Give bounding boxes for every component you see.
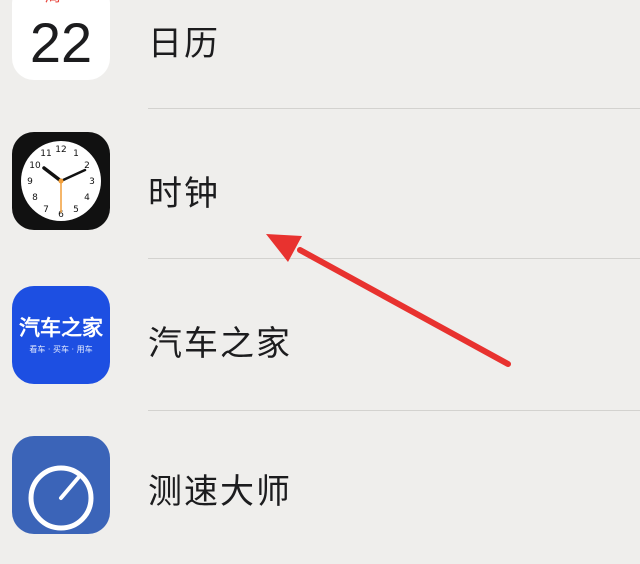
autohome-icon-title: 汽车之家 (19, 316, 103, 340)
svg-text:10: 10 (29, 161, 41, 171)
app-list: 周一 22 日历 12 1 2 3 4 5 6 7 8 9 10 (0, 0, 640, 534)
svg-text:7: 7 (43, 205, 49, 215)
svg-text:11: 11 (40, 149, 51, 159)
calendar-weekday: 周一 (12, 0, 110, 5)
autohome-icon-subtitle: 看车 · 买车 · 用车 (29, 345, 93, 354)
speedtest-icon[interactable] (12, 436, 110, 534)
autohome-app-label: 汽车之家 (148, 324, 292, 364)
calendar-app-label: 日历 (148, 24, 220, 64)
autohome-icon[interactable]: 汽车之家 看车 · 买车 · 用车 (12, 286, 110, 384)
calendar-icon[interactable]: 周一 22 (12, 0, 110, 80)
autohome-app-row[interactable]: 汽车之家 看车 · 买车 · 用车 汽车之家 (0, 264, 640, 414)
svg-text:8: 8 (32, 193, 38, 203)
svg-text:9: 9 (27, 177, 33, 187)
divider (148, 410, 640, 411)
divider (148, 258, 640, 259)
calendar-date: 22 (29, 11, 93, 74)
divider (148, 108, 640, 109)
clock-app-row[interactable]: 12 1 2 3 4 5 6 7 8 9 10 11 时钟 (0, 110, 640, 260)
clock-icon[interactable]: 12 1 2 3 4 5 6 7 8 9 10 11 (12, 132, 110, 230)
speedtest-app-row[interactable]: 测速大师 (0, 414, 640, 564)
svg-text:4: 4 (84, 193, 90, 203)
speedtest-app-label: 测速大师 (148, 472, 292, 512)
svg-text:1: 1 (73, 149, 79, 159)
clock-app-label: 时钟 (148, 174, 220, 214)
svg-text:12: 12 (55, 145, 66, 155)
svg-text:3: 3 (89, 177, 95, 187)
svg-text:5: 5 (73, 205, 79, 215)
calendar-app-row[interactable]: 周一 22 日历 (0, 0, 640, 110)
